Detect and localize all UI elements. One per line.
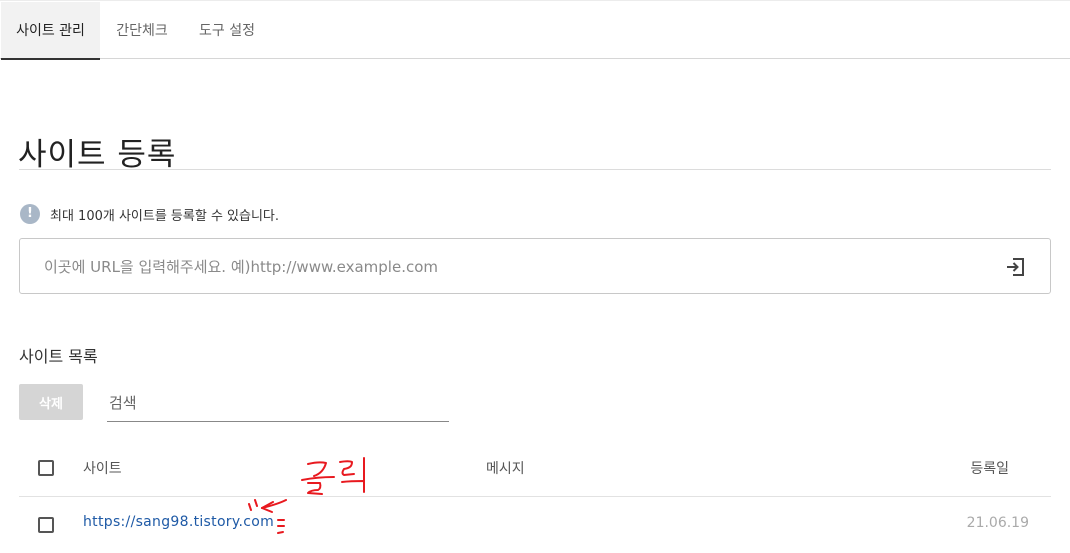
url-input-box [19, 238, 1051, 294]
table-row: https://sang98.tistory.com 21.06.19 [19, 497, 1051, 553]
tab-tool-settings[interactable]: 도구 설정 [184, 2, 270, 60]
tab-simple-check[interactable]: 간단체크 [100, 2, 184, 60]
url-input[interactable] [42, 254, 946, 280]
info-text: 최대 100개 사이트를 등록할 수 있습니다. [50, 209, 280, 224]
site-list-title: 사이트 목록 [19, 347, 98, 366]
handwritten-click-annotation: 클릭 [248, 457, 365, 534]
delete-button[interactable]: 삭제 [19, 384, 83, 420]
registration-date: 21.06.19 [966, 515, 1029, 531]
table-header: 사이트 메시지 등록일 [19, 440, 1051, 497]
title-divider [19, 169, 1051, 170]
search-field [107, 384, 449, 422]
exclamation-icon: ! [20, 204, 40, 224]
page-title: 사이트 등록 [18, 136, 177, 173]
enter-arrow-icon[interactable] [1004, 257, 1026, 277]
search-input[interactable] [107, 391, 441, 415]
column-header-site: 사이트 [83, 461, 122, 477]
select-all-checkbox[interactable] [38, 460, 54, 476]
row-checkbox[interactable] [38, 517, 54, 533]
column-header-message: 메시지 [486, 461, 525, 477]
column-header-date: 등록일 [970, 461, 1009, 477]
top-tab-bar: 사이트 관리 간단체크 도구 설정 [0, 0, 1070, 60]
tab-site-management[interactable]: 사이트 관리 [1, 2, 100, 60]
